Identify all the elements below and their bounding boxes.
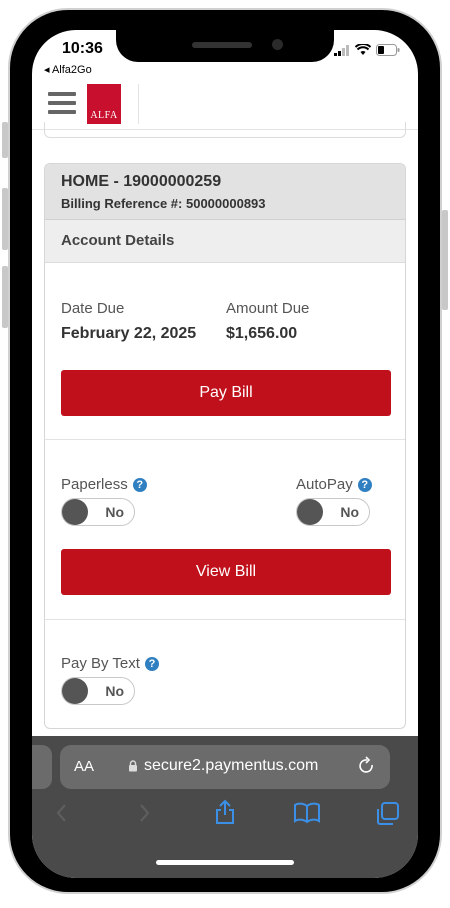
home-indicator[interactable]	[156, 860, 294, 865]
amount-due-block: Amount Due $1,656.00	[226, 300, 309, 343]
notch	[116, 30, 334, 62]
header-divider	[138, 84, 139, 124]
back-to-app-link[interactable]: ◂ Alfa2Go	[44, 63, 92, 76]
status-icons	[334, 44, 400, 56]
autopay-label-group: AutoPay ?	[296, 476, 372, 493]
account-card-header: HOME - 19000000259 Billing Reference #: …	[45, 164, 405, 220]
pay-by-text-label-group: Pay By Text ?	[61, 655, 159, 672]
forward-icon[interactable]	[138, 802, 152, 824]
mute-switch	[2, 122, 8, 158]
pay-by-text-toggle[interactable]: No	[61, 677, 135, 705]
date-due-block: Date Due February 22, 2025	[61, 300, 196, 343]
logo-text: ALFA	[90, 110, 118, 121]
toggle-knob	[62, 678, 88, 704]
status-time: 10:36	[62, 40, 103, 57]
autopay-label: AutoPay	[296, 476, 353, 493]
share-icon[interactable]	[214, 799, 236, 825]
url-text: secure2.paymentus.com	[144, 757, 319, 774]
date-due-value: February 22, 2025	[61, 325, 197, 342]
date-due-label: Date Due	[61, 300, 125, 317]
tabs-icon[interactable]	[376, 802, 400, 826]
previous-tab-edge[interactable]	[32, 745, 52, 789]
phone-screen: 10:36 ◂ Alfa2Go ALFA HOME - 19000000259	[32, 30, 418, 878]
paperless-toggle[interactable]: No	[61, 498, 135, 526]
bookmarks-icon[interactable]	[294, 802, 320, 824]
help-icon[interactable]: ?	[357, 477, 372, 492]
section-divider	[45, 439, 405, 440]
previous-card-edge	[44, 122, 406, 138]
toggle-knob	[297, 499, 323, 525]
signal-icon	[334, 44, 349, 56]
volume-down-button	[2, 266, 8, 328]
account-card: HOME - 19000000259 Billing Reference #: …	[44, 163, 406, 729]
view-bill-button[interactable]: View Bill	[61, 549, 391, 595]
volume-up-button	[2, 188, 8, 250]
section-divider	[45, 619, 405, 620]
help-icon[interactable]: ?	[144, 656, 159, 671]
address-bar[interactable]: AA secure2.paymentus.com	[60, 745, 390, 789]
lock-icon	[129, 760, 137, 772]
autopay-toggle-state: No	[340, 504, 359, 520]
help-icon[interactable]: ?	[132, 477, 147, 492]
toggle-knob	[62, 499, 88, 525]
amount-due-value: $1,656.00	[226, 325, 298, 342]
speaker	[192, 42, 252, 48]
back-icon[interactable]	[54, 802, 68, 824]
pay-bill-button[interactable]: Pay Bill	[61, 370, 391, 416]
power-button	[442, 210, 448, 310]
paperless-label-group: Paperless ?	[61, 476, 147, 493]
alfa-logo[interactable]: ALFA	[87, 84, 121, 124]
url-display[interactable]: secure2.paymentus.com	[128, 757, 318, 775]
wifi-icon	[355, 44, 371, 55]
battery-icon	[376, 44, 400, 56]
reload-icon[interactable]	[358, 756, 376, 776]
hamburger-menu-icon[interactable]	[48, 92, 76, 114]
autopay-toggle[interactable]: No	[296, 498, 370, 526]
amount-due-label: Amount Due	[226, 300, 310, 317]
account-title: HOME - 19000000259	[61, 173, 222, 190]
account-details-heading: Account Details	[45, 220, 405, 263]
pay-by-text-toggle-state: No	[105, 683, 124, 699]
browser-toolbar: AA secure2.paymentus.com	[32, 736, 418, 878]
reader-options-button[interactable]: AA	[74, 758, 94, 775]
billing-reference: Billing Reference #: 50000000893	[61, 196, 266, 211]
pay-by-text-label: Pay By Text	[61, 655, 140, 672]
browser-nav-row	[32, 799, 418, 832]
paperless-toggle-state: No	[105, 504, 124, 520]
camera	[272, 39, 283, 50]
paperless-label: Paperless	[61, 476, 128, 493]
